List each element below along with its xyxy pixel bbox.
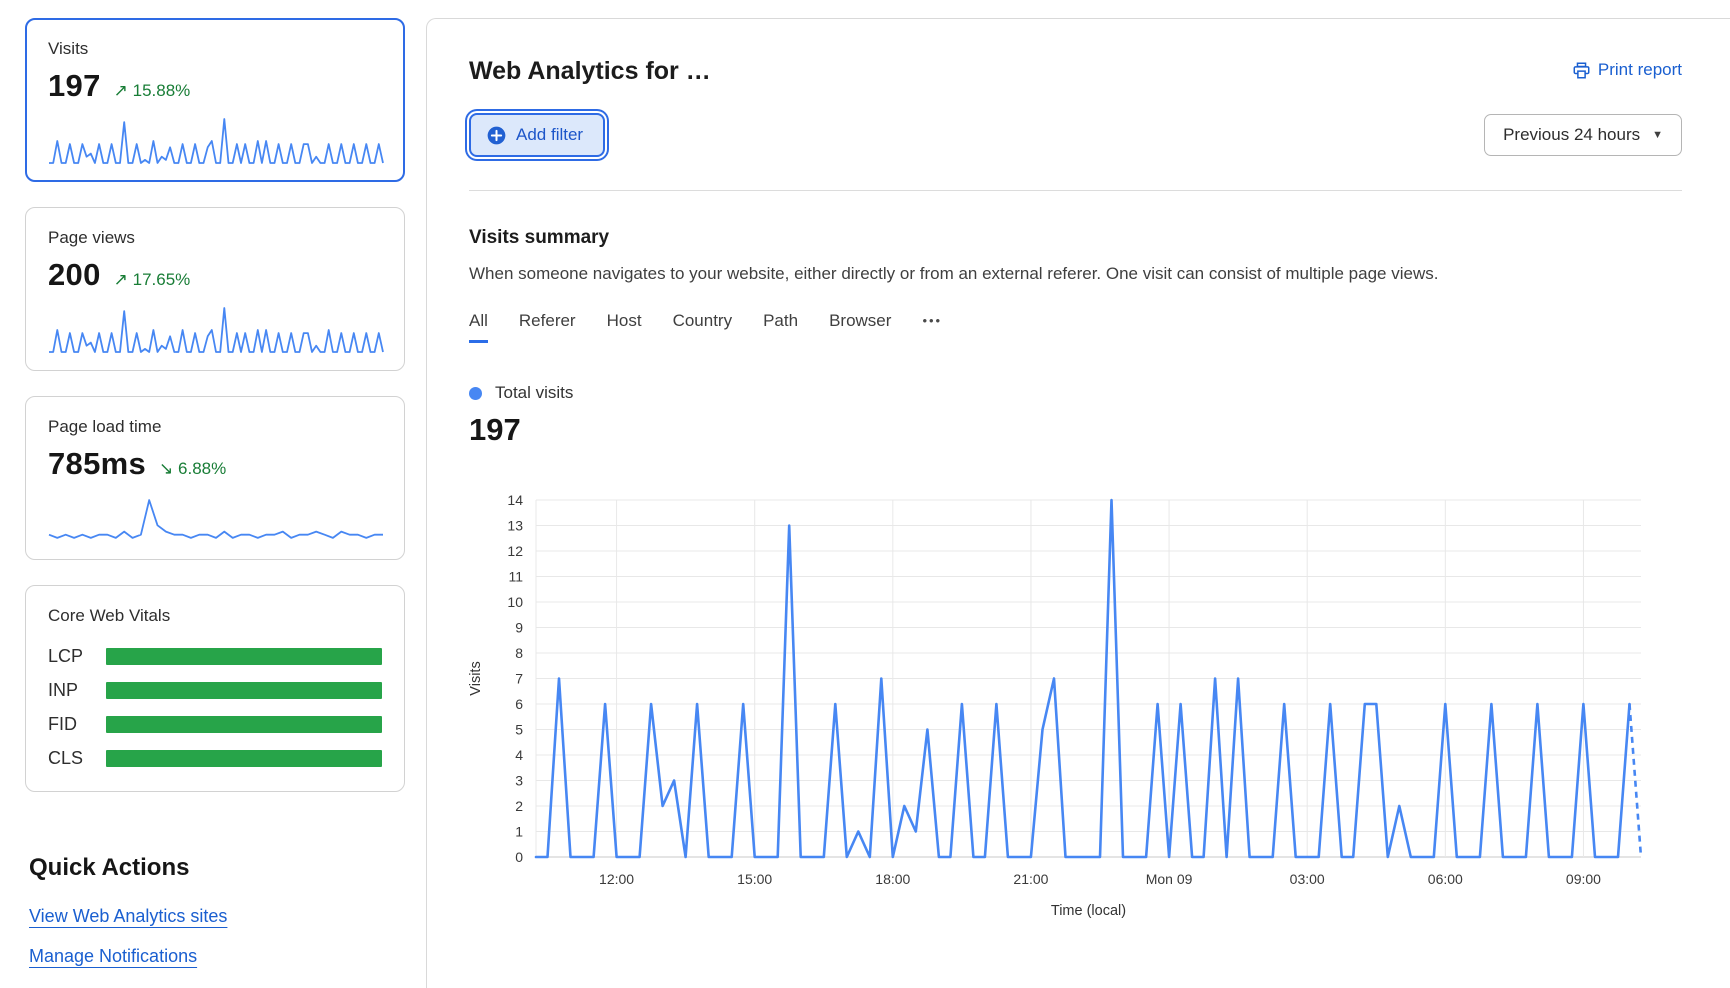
cwv-row-inp: INP xyxy=(48,680,382,701)
page-load-sparkline xyxy=(48,493,384,543)
svg-text:18:00: 18:00 xyxy=(875,871,910,887)
svg-text:0: 0 xyxy=(515,849,523,865)
cwv-label-fid: FID xyxy=(48,714,106,735)
card-page-views-delta: ↗ 17.65% xyxy=(114,270,191,290)
printer-icon xyxy=(1573,62,1590,79)
tab-browser[interactable]: Browser xyxy=(829,311,891,343)
page-title: Web Analytics for … xyxy=(469,57,711,86)
core-web-vitals-title: Core Web Vitals xyxy=(48,606,382,626)
svg-text:21:00: 21:00 xyxy=(1013,871,1048,887)
print-report-link[interactable]: Print report xyxy=(1573,60,1682,80)
visits-summary-description: When someone navigates to your website, … xyxy=(469,264,1682,284)
card-page-load-time-value: 785ms xyxy=(48,446,146,482)
card-page-views-title: Page views xyxy=(48,228,382,248)
total-visits-value: 197 xyxy=(469,412,1682,448)
quick-actions-title: Quick Actions xyxy=(29,854,405,882)
svg-text:10: 10 xyxy=(507,594,523,610)
cwv-bar-fid xyxy=(106,716,382,733)
link-view-web-analytics-sites[interactable]: View Web Analytics sites xyxy=(29,906,227,927)
card-visits-title: Visits xyxy=(48,39,382,59)
metrics-sidebar: Visits 197 ↗ 15.88% Page views 200 ↗ 17.… xyxy=(25,18,405,988)
svg-text:9: 9 xyxy=(515,620,523,636)
svg-text:13: 13 xyxy=(507,518,523,534)
visits-line-chart[interactable]: 0123456789101112131412:0015:0018:0021:00… xyxy=(456,482,1696,932)
card-core-web-vitals[interactable]: Core Web Vitals LCP INP FID CLS xyxy=(25,585,405,792)
card-visits-value: 197 xyxy=(48,68,101,104)
dimension-tabs: All Referer Host Country Path Browser ••… xyxy=(469,311,1682,343)
svg-text:03:00: 03:00 xyxy=(1290,871,1325,887)
visits-sparkline xyxy=(48,115,384,165)
tab-host[interactable]: Host xyxy=(607,311,642,343)
up-arrow-icon: ↗ xyxy=(114,270,128,289)
card-page-load-time-title: Page load time xyxy=(48,417,382,437)
svg-text:5: 5 xyxy=(515,722,523,738)
svg-text:09:00: 09:00 xyxy=(1566,871,1601,887)
cwv-label-lcp: LCP xyxy=(48,646,106,667)
tab-path[interactable]: Path xyxy=(763,311,798,343)
cwv-row-cls: CLS xyxy=(48,748,382,769)
chevron-down-icon: ▼ xyxy=(1652,129,1663,141)
tab-all[interactable]: All xyxy=(469,311,488,343)
link-manage-notifications[interactable]: Manage Notifications xyxy=(29,946,197,967)
svg-text:6: 6 xyxy=(515,696,523,712)
cwv-row-fid: FID xyxy=(48,714,382,735)
svg-text:12:00: 12:00 xyxy=(599,871,634,887)
tab-more-ellipsis-icon[interactable]: ••• xyxy=(922,313,942,343)
card-visits[interactable]: Visits 197 ↗ 15.88% xyxy=(25,18,405,182)
visits-summary-title: Visits summary xyxy=(469,227,1682,249)
svg-text:7: 7 xyxy=(515,671,523,687)
cwv-bar-cls xyxy=(106,750,382,767)
svg-text:Mon 09: Mon 09 xyxy=(1146,871,1193,887)
svg-text:1: 1 xyxy=(515,824,523,840)
svg-text:06:00: 06:00 xyxy=(1428,871,1463,887)
tab-country[interactable]: Country xyxy=(673,311,733,343)
svg-text:14: 14 xyxy=(507,492,523,508)
cwv-label-inp: INP xyxy=(48,680,106,701)
cwv-label-cls: CLS xyxy=(48,748,106,769)
svg-text:4: 4 xyxy=(515,747,523,763)
up-arrow-icon: ↗ xyxy=(114,81,128,100)
analytics-panel: Web Analytics for … Print report Add fil… xyxy=(426,18,1730,988)
cwv-row-lcp: LCP xyxy=(48,646,382,667)
svg-text:Time (local): Time (local) xyxy=(1051,903,1126,919)
page-views-sparkline xyxy=(48,304,384,354)
total-visits-dot-icon xyxy=(469,387,482,400)
svg-text:15:00: 15:00 xyxy=(737,871,772,887)
add-filter-button[interactable]: Add filter xyxy=(469,113,605,157)
card-page-views[interactable]: Page views 200 ↗ 17.65% xyxy=(25,207,405,371)
card-page-load-time[interactable]: Page load time 785ms ↘ 6.88% xyxy=(25,396,405,560)
tab-referer[interactable]: Referer xyxy=(519,311,576,343)
svg-text:8: 8 xyxy=(515,645,523,661)
legend-label: Total visits xyxy=(495,383,573,403)
time-range-dropdown[interactable]: Previous 24 hours ▼ xyxy=(1484,114,1682,156)
card-page-load-time-delta: ↘ 6.88% xyxy=(159,459,226,479)
svg-text:12: 12 xyxy=(507,543,523,559)
plus-circle-icon xyxy=(487,126,506,145)
chart-legend: Total visits xyxy=(469,383,1682,403)
cwv-bar-lcp xyxy=(106,648,382,665)
cwv-bar-inp xyxy=(106,682,382,699)
card-page-views-value: 200 xyxy=(48,257,101,293)
svg-text:2: 2 xyxy=(515,798,523,814)
down-arrow-icon: ↘ xyxy=(159,459,173,478)
svg-text:Visits: Visits xyxy=(468,661,484,695)
svg-text:3: 3 xyxy=(515,773,523,789)
card-visits-delta: ↗ 15.88% xyxy=(114,81,191,101)
svg-text:11: 11 xyxy=(508,569,523,585)
